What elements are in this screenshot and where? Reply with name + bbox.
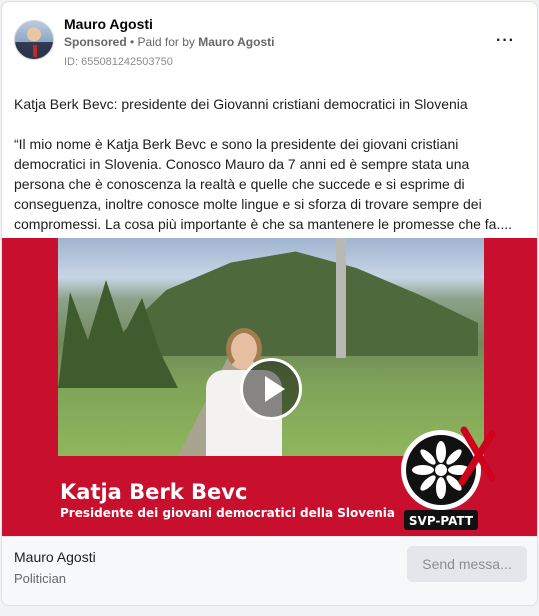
- paid-by-name: Mauro Agosti: [198, 35, 275, 49]
- video-caption-name: Katja Berk Bevc: [60, 480, 248, 504]
- more-options-icon[interactable]: ···: [496, 32, 515, 50]
- post-headline: Katja Berk Bevc: presidente dei Giovanni…: [14, 96, 468, 112]
- video-player[interactable]: Katja Berk Bevc Presidente dei giovani d…: [2, 238, 537, 536]
- page-name-link[interactable]: Mauro Agosti: [64, 16, 153, 32]
- avatar-tie-shape: [33, 45, 37, 57]
- lift-pole-shape: [336, 238, 346, 358]
- ad-post-card: Mauro Agosti Sponsored • Paid for by Mau…: [1, 1, 538, 606]
- footer-page-name[interactable]: Mauro Agosti: [14, 549, 96, 565]
- sponsored-line: Sponsored • Paid for by Mauro Agosti: [64, 35, 274, 49]
- ad-footer: Mauro Agosti Politician Send messa...: [2, 536, 537, 605]
- logo-label: SVP-PATT: [409, 514, 474, 528]
- post-header: Mauro Agosti Sponsored • Paid for by Mau…: [14, 16, 525, 76]
- sponsored-label[interactable]: Sponsored: [64, 35, 127, 49]
- footer-category: Politician: [14, 571, 67, 586]
- post-quote: “Il mio nome è Katja Berk Bevc e sono la…: [14, 136, 513, 232]
- play-triangle: [265, 376, 285, 402]
- paid-for-prefix: • Paid for by: [126, 35, 199, 49]
- ad-id: ID: 655081242503750: [64, 56, 173, 68]
- post-body: Katja Berk Bevc: presidente dei Giovanni…: [14, 94, 519, 234]
- page-avatar[interactable]: [14, 20, 54, 60]
- video-caption-subtitle: Presidente dei giovani democratici della…: [60, 506, 395, 520]
- play-button-icon[interactable]: [240, 358, 302, 420]
- send-message-button[interactable]: Send messa...: [407, 546, 527, 582]
- svp-patt-logo: SVP-PATT: [401, 426, 496, 530]
